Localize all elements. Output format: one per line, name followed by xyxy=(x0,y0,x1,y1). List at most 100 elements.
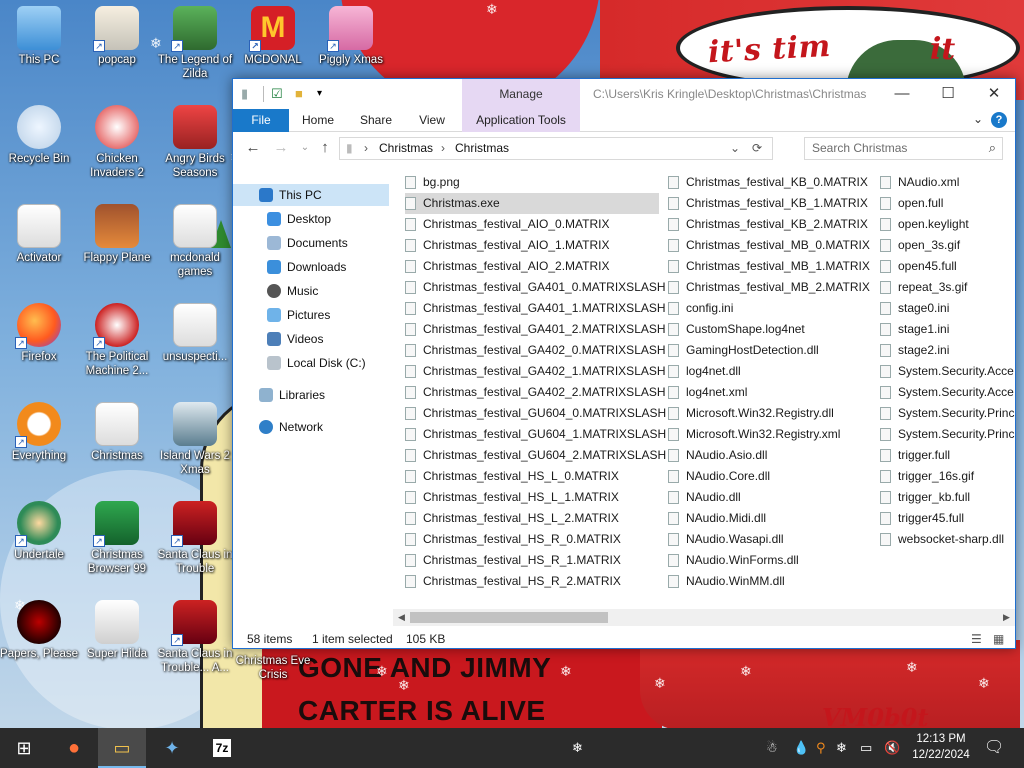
desktop-icon-legend-of-zilda[interactable]: ↗ The Legend of Zilda xyxy=(156,6,234,81)
customize-toolbar-icon[interactable]: ▾ xyxy=(317,85,322,103)
file-item[interactable]: Christmas_festival_KB_2.MATRIX xyxy=(668,214,868,235)
desktop-icon-chicken-invaders[interactable]: Chicken Invaders 2 xyxy=(78,105,156,180)
file-item[interactable]: trigger_16s.gif xyxy=(880,466,1015,487)
file-item[interactable]: config.ini xyxy=(668,298,868,319)
large-icons-view-icon[interactable]: ▦ xyxy=(993,632,1004,646)
file-item[interactable]: CustomShape.log4net xyxy=(668,319,868,340)
file-item[interactable]: System.Security.Acce xyxy=(880,382,1015,403)
file-item[interactable]: NAudio.dll xyxy=(668,487,868,508)
desktop-icon-christmas-eve-crisis[interactable]: Christmas Eve Crisis xyxy=(234,654,312,682)
file-item[interactable]: repeat_3s.gif xyxy=(880,277,1015,298)
minimize-button[interactable]: — xyxy=(879,79,925,109)
scroll-left-icon[interactable]: ◀ xyxy=(393,609,410,626)
notifications-icon[interactable]: 🗨 xyxy=(984,728,1004,768)
details-view-icon[interactable]: ☰ xyxy=(971,632,982,646)
desktop-icon-recycle-bin[interactable]: Recycle Bin xyxy=(0,105,78,166)
file-item[interactable]: NAudio.Core.dll xyxy=(668,466,868,487)
desktop-icon-activator[interactable]: Activator xyxy=(0,204,78,265)
file-item[interactable]: Christmas_festival_HS_L_1.MATRIX xyxy=(405,487,659,508)
everything-search-icon[interactable]: ⚲ xyxy=(816,728,826,768)
search-icon[interactable]: ⌕ xyxy=(989,140,996,156)
tab-file[interactable]: File xyxy=(233,109,289,132)
file-item[interactable]: Microsoft.Win32.Registry.dll xyxy=(668,403,868,424)
file-item[interactable]: Christmas_festival_GU604_1.MATRIXSLASH xyxy=(405,424,666,445)
breadcrumb-chevron-icon[interactable]: › xyxy=(364,141,368,155)
file-item[interactable]: Christmas_festival_KB_0.MATRIX xyxy=(668,172,868,193)
file-item[interactable]: log4net.dll xyxy=(668,361,868,382)
file-item[interactable]: Christmas_festival_GA401_1.MATRIXSLASH xyxy=(405,298,666,319)
file-item[interactable]: trigger45.full xyxy=(880,508,1015,529)
firefox-icon[interactable]: ● xyxy=(50,728,98,768)
file-item[interactable]: log4net.xml xyxy=(668,382,868,403)
file-item[interactable]: open_3s.gif xyxy=(880,235,1015,256)
network-icon[interactable]: ▭ xyxy=(860,728,872,768)
snowman-icon[interactable]: ☃ xyxy=(766,728,778,768)
desktop-icon-flappy-plane[interactable]: Flappy Plane xyxy=(78,204,156,265)
desktop-icon-santa-in-trouble[interactable]: ↗ Santa Claus in Trouble xyxy=(156,501,234,576)
desktop-icon-super-hilda[interactable]: Super Hilda xyxy=(78,600,156,661)
file-item[interactable]: Christmas_festival_AIO_2.MATRIX xyxy=(405,256,659,277)
file-item[interactable]: Christmas_festival_HS_R_0.MATRIX xyxy=(405,529,659,550)
tab-application-tools[interactable]: Application Tools xyxy=(462,109,580,132)
file-item[interactable]: trigger.full xyxy=(880,445,1015,466)
file-item[interactable]: Christmas_festival_GU604_0.MATRIXSLASH xyxy=(405,403,666,424)
file-item[interactable]: System.Security.Princ xyxy=(880,403,1015,424)
expand-ribbon-chevron-icon[interactable]: ⌄ xyxy=(973,112,983,126)
desktop-icon-christmas-browser[interactable]: ↗ Christmas Browser 99 xyxy=(78,501,156,576)
address-bar[interactable]: ▮ › Christmas › Christmas ⌄ ⟳ xyxy=(339,137,773,160)
horizontal-scrollbar[interactable]: ◀ ▶ xyxy=(393,609,1015,626)
file-item[interactable]: Microsoft.Win32.Registry.xml xyxy=(668,424,868,445)
volume-muted-icon[interactable]: 🔇 xyxy=(884,728,900,768)
desktop-icon-angry-birds[interactable]: Angry Birds Seasons xyxy=(156,105,234,180)
droplet-icon[interactable]: 💧 xyxy=(793,728,809,768)
file-item[interactable]: Christmas_festival_GA402_2.MATRIXSLASH xyxy=(405,382,666,403)
start-button[interactable]: ⊞ xyxy=(0,728,48,768)
search-input[interactable]: Search Christmas xyxy=(812,141,907,155)
breadcrumb-christmas-current[interactable]: Christmas xyxy=(455,141,509,155)
desktop-icon-popcap[interactable]: ↗ popcap xyxy=(78,6,156,67)
back-arrow-icon[interactable]: ← xyxy=(241,136,265,160)
file-item[interactable]: NAudio.Wasapi.dll xyxy=(668,529,868,550)
search-box[interactable]: Search Christmas ⌕ xyxy=(804,137,1003,160)
file-item[interactable]: NAudio.xml xyxy=(880,172,1015,193)
desktop-icon-santa-in-trouble-again[interactable]: ↗ Santa Claus in Trouble... A... xyxy=(156,600,234,675)
maximize-button[interactable]: ☐ xyxy=(925,79,971,109)
file-item[interactable]: Christmas.exe xyxy=(405,193,659,214)
file-item[interactable]: trigger_kb.full xyxy=(880,487,1015,508)
breadcrumb-christmas-parent[interactable]: Christmas xyxy=(379,141,433,155)
file-item[interactable]: Christmas_festival_AIO_1.MATRIX xyxy=(405,235,659,256)
file-item[interactable]: Christmas_festival_HS_L_0.MATRIX xyxy=(405,466,659,487)
file-item[interactable]: System.Security.Princ xyxy=(880,424,1015,445)
desktop-icon-christmas[interactable]: Christmas xyxy=(78,402,156,463)
breadcrumb-chevron-icon[interactable]: › xyxy=(441,141,445,155)
forward-arrow-icon[interactable]: → xyxy=(269,136,293,160)
desktop-icon-papers-please[interactable]: Papers, Please xyxy=(0,600,78,661)
file-item[interactable]: Christmas_festival_GU604_2.MATRIXSLASH xyxy=(405,445,666,466)
file-item[interactable]: bg.png xyxy=(405,172,659,193)
scroll-right-icon[interactable]: ▶ xyxy=(998,609,1015,626)
file-item[interactable]: websocket-sharp.dll xyxy=(880,529,1015,550)
file-item[interactable]: Christmas_festival_MB_1.MATRIX xyxy=(668,256,870,277)
desktop-icon-mcdonalds[interactable]: M ↗ MCDONAL xyxy=(234,6,312,67)
snowflake-tray-icon[interactable]: ❄ xyxy=(836,728,847,768)
file-item[interactable]: Christmas_festival_KB_1.MATRIX xyxy=(668,193,868,214)
file-item[interactable]: NAudio.WinMM.dll xyxy=(668,571,868,592)
desktop-icon-unsuspecting[interactable]: unsuspecti... xyxy=(156,303,234,364)
file-item[interactable]: stage0.ini xyxy=(880,298,1015,319)
tab-share[interactable]: Share xyxy=(351,109,401,132)
file-item[interactable]: open.keylight xyxy=(880,214,1015,235)
title-bar[interactable]: ▮ ☑ ■ ▾ Manage C:\Users\Kris Kringle\Des… xyxy=(233,79,1015,109)
tab-home[interactable]: Home xyxy=(293,109,343,132)
file-item[interactable]: System.Security.Acce xyxy=(880,361,1015,382)
file-item[interactable]: NAudio.WinForms.dll xyxy=(668,550,868,571)
file-item[interactable]: Christmas_festival_GA401_0.MATRIXSLASH xyxy=(405,277,666,298)
clock[interactable]: 12:13 PM 12/22/2024 xyxy=(909,731,973,763)
file-item[interactable]: open.full xyxy=(880,193,1015,214)
up-arrow-icon[interactable]: ↑ xyxy=(313,136,337,160)
file-item[interactable]: GamingHostDetection.dll xyxy=(668,340,868,361)
tab-manage[interactable]: Manage xyxy=(462,79,580,109)
new-folder-icon[interactable]: ■ xyxy=(295,85,303,103)
christmas-app-icon[interactable]: ✦ xyxy=(148,728,196,768)
help-icon[interactable]: ? xyxy=(991,112,1007,128)
7zip-button[interactable]: 7z xyxy=(198,728,246,768)
